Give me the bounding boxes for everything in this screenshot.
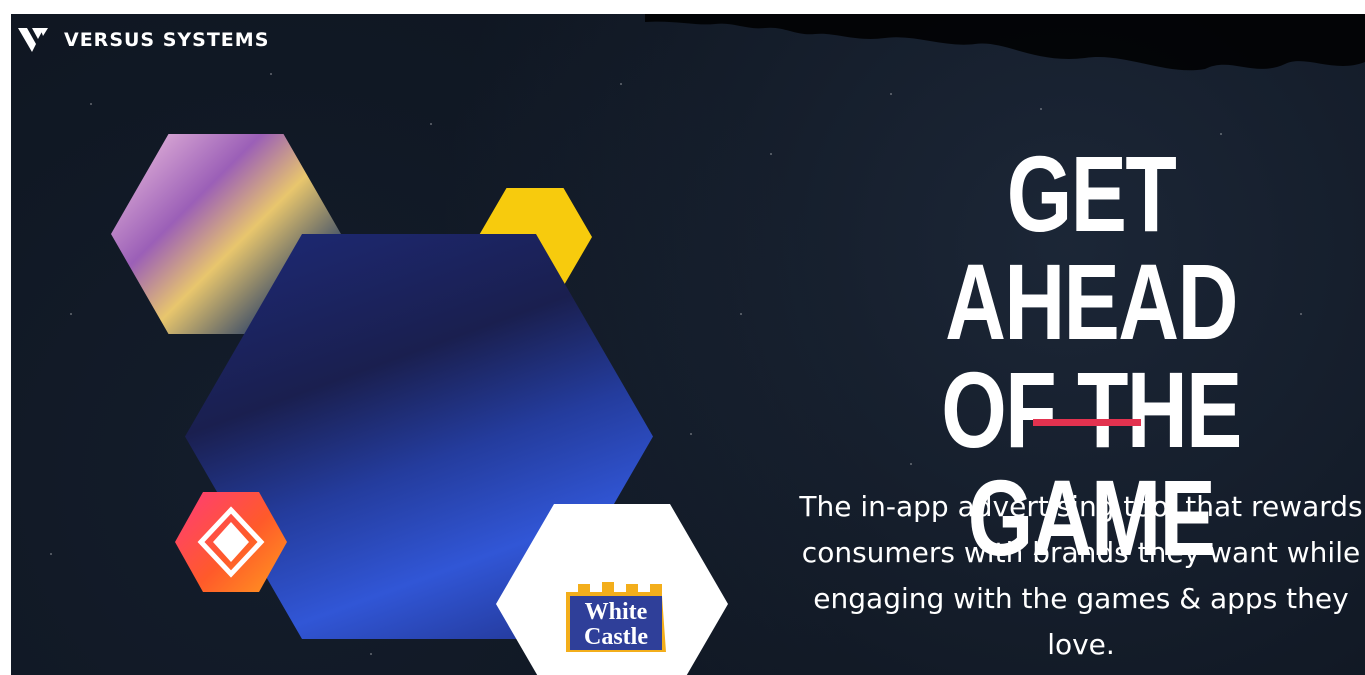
brand-logo[interactable]: VERSUS SYSTEMS: [16, 25, 269, 55]
accent-divider: [1033, 419, 1141, 426]
hero-tagline: The in-app advertising tool that rewards…: [799, 490, 1363, 661]
hero-section: VERSUS SYSTEMS White Castle GET AHEAD OF…: [11, 14, 1365, 675]
brand-name: VERSUS SYSTEMS: [64, 29, 270, 51]
versus-v-logo-icon: [18, 28, 48, 52]
brush-stroke-decoration: [645, 14, 1365, 71]
headline-line-1: GET AHEAD: [945, 133, 1238, 362]
white-castle-text-line1: White: [585, 599, 648, 625]
white-castle-logo: White Castle: [566, 582, 666, 652]
white-castle-text-line2: Castle: [584, 624, 648, 650]
